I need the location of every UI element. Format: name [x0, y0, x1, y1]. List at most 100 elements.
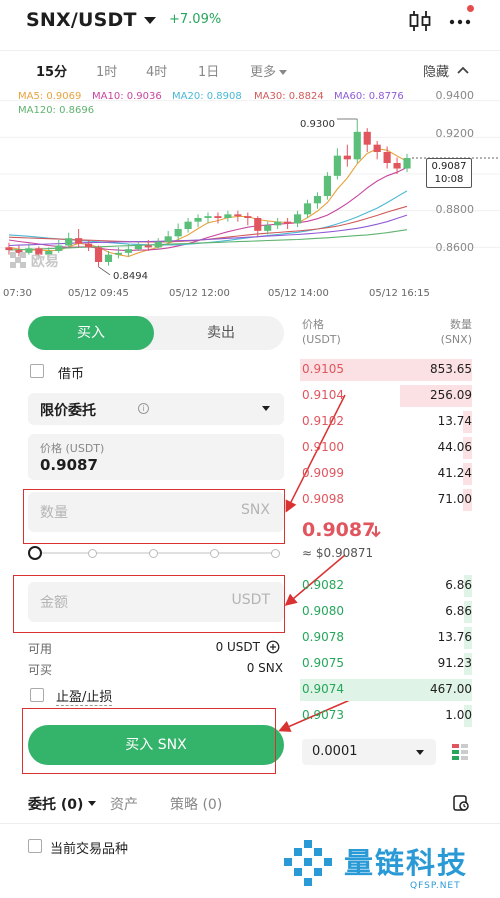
header: SNX/USDT +7.09% — [0, 0, 500, 46]
ob-row-qty[interactable]: 467.00 — [430, 682, 472, 696]
candle-body — [124, 249, 132, 253]
tab-more[interactable]: 更多 — [250, 61, 288, 80]
buyable-label: 可买 — [28, 663, 53, 677]
candle-body — [313, 196, 322, 204]
ob-price-header: 价格 — [302, 318, 324, 331]
ob-row-qty[interactable]: 256.09 — [430, 388, 472, 402]
slider-handle[interactable] — [28, 546, 42, 560]
candle-countdown: 10:08 — [434, 174, 464, 185]
ob-row-price[interactable]: 0.9074 — [302, 682, 344, 696]
ob-row-price[interactable]: 0.9100 — [302, 440, 344, 454]
hide-chart-toggle[interactable]: 隐藏 — [423, 61, 449, 80]
ob-row-qty[interactable]: 44.06 — [438, 440, 472, 454]
candle-body — [65, 238, 73, 246]
ob-row-qty[interactable]: 6.86 — [445, 604, 472, 618]
watermark-text: 欧易 — [30, 254, 59, 270]
price-input-value: 0.9087 — [40, 456, 98, 474]
depth-view-icon[interactable] — [449, 741, 471, 763]
tab-strategy[interactable]: 策略 (0) — [170, 794, 222, 814]
tab-1d[interactable]: 1日 — [198, 61, 219, 80]
price-tick: 0.9400 — [435, 89, 475, 102]
order-type-select[interactable]: 限价委托 i — [28, 393, 284, 425]
ob-row-price[interactable]: 0.9082 — [302, 578, 344, 592]
tab-assets[interactable]: 资产 — [110, 794, 138, 814]
okx-logo-icon — [10, 252, 26, 268]
slider-stop[interactable] — [210, 549, 219, 558]
candle-body — [323, 175, 331, 196]
ob-row-price[interactable]: 0.9098 — [302, 492, 344, 506]
candle-body — [254, 218, 262, 231]
ob-row-price[interactable]: 0.9099 — [302, 466, 344, 480]
last-price: 0.9087 — [302, 519, 376, 541]
ob-row-qty[interactable]: 6.86 — [445, 578, 472, 592]
candle-body — [403, 158, 411, 169]
candle-body — [85, 243, 93, 248]
candle-body — [224, 214, 232, 218]
tab-4h[interactable]: 4时 — [146, 61, 167, 80]
highlight-box — [13, 575, 285, 633]
slider-stop[interactable] — [88, 549, 97, 558]
tab-orders[interactable]: 委托 (0) — [28, 794, 83, 814]
price-input[interactable]: 价格 (USDT) 0.9087 — [28, 434, 284, 480]
buy-sell-toggle: 买入 卖出 — [28, 316, 284, 350]
order-history-icon[interactable] — [452, 794, 470, 812]
ob-row-qty[interactable]: 13.74 — [438, 414, 472, 428]
sell-tab[interactable]: 卖出 — [158, 316, 284, 350]
ob-qty-header: 数量 — [450, 318, 472, 331]
candle-body — [194, 218, 202, 222]
candle-body — [274, 221, 282, 226]
price-input-label: 价格 (USDT) — [40, 442, 105, 455]
brand-logo-icon — [284, 840, 332, 886]
candle-body — [164, 236, 172, 242]
tpsl-checkbox[interactable] — [30, 688, 44, 702]
ob-row-price[interactable]: 0.9105 — [302, 362, 344, 376]
tab-more-label: 更多 — [250, 65, 277, 80]
available-value: 0 USDT — [215, 640, 260, 654]
more-icon[interactable] — [449, 13, 471, 29]
ob-row-price[interactable]: 0.9078 — [302, 630, 344, 644]
chevron-down-icon[interactable] — [144, 17, 156, 24]
available-label: 可用 — [28, 642, 53, 656]
tab-1h[interactable]: 1时 — [96, 61, 117, 80]
chevron-up-icon[interactable] — [456, 65, 470, 75]
tab-15m[interactable]: 15分 — [36, 61, 67, 80]
precision-select[interactable]: 0.0001 — [302, 739, 436, 765]
current-pair-label: 当前交易品种 — [50, 842, 129, 857]
pair-selector[interactable]: SNX/USDT — [26, 9, 137, 31]
borrow-checkbox[interactable] — [30, 364, 44, 378]
ob-row-qty[interactable]: 91.23 — [438, 656, 472, 670]
candle-body — [363, 131, 371, 145]
timeframe-tabs: 15分 1时 4时 1日 更多 隐藏 — [0, 50, 500, 88]
ob-row-qty[interactable]: 13.76 — [438, 630, 472, 644]
ob-row-price[interactable]: 0.9102 — [302, 414, 344, 428]
ob-row-qty[interactable]: 1.00 — [445, 708, 472, 722]
buy-tab[interactable]: 买入 — [28, 316, 154, 350]
order-type-label: 限价委托 — [40, 403, 96, 419]
borrow-label: 借币 — [58, 367, 85, 382]
ob-row-qty[interactable]: 853.65 — [430, 362, 472, 376]
plus-circle-icon[interactable] — [266, 640, 280, 654]
candlestick-icon[interactable] — [408, 9, 432, 33]
slider-stop[interactable] — [149, 549, 158, 558]
ob-row-qty[interactable]: 71.00 — [438, 492, 472, 506]
info-icon[interactable]: i — [138, 403, 149, 414]
candle-body — [353, 131, 361, 160]
candlestick-chart[interactable] — [0, 86, 500, 308]
ob-row-qty[interactable]: 41.24 — [438, 466, 472, 480]
buyable-value: 0 SNX — [246, 661, 283, 675]
candle-body — [343, 155, 351, 160]
chevron-down-icon — [416, 750, 424, 755]
ob-row-price[interactable]: 0.9080 — [302, 604, 344, 618]
current-price-value: 0.9087 — [431, 161, 467, 172]
ob-row-price[interactable]: 0.9075 — [302, 656, 344, 670]
current-pair-checkbox[interactable] — [28, 839, 42, 853]
time-tick: 05/12 14:00 — [268, 288, 329, 299]
candle-body — [214, 216, 222, 218]
candle-body — [184, 221, 192, 229]
price-tick: 0.8800 — [435, 203, 475, 216]
candle-body — [293, 214, 302, 224]
ob-row-price[interactable]: 0.9073 — [302, 708, 344, 722]
chevron-down-icon[interactable] — [88, 801, 96, 806]
ob-row-price[interactable]: 0.9104 — [302, 388, 344, 402]
slider-stop[interactable] — [271, 549, 280, 558]
